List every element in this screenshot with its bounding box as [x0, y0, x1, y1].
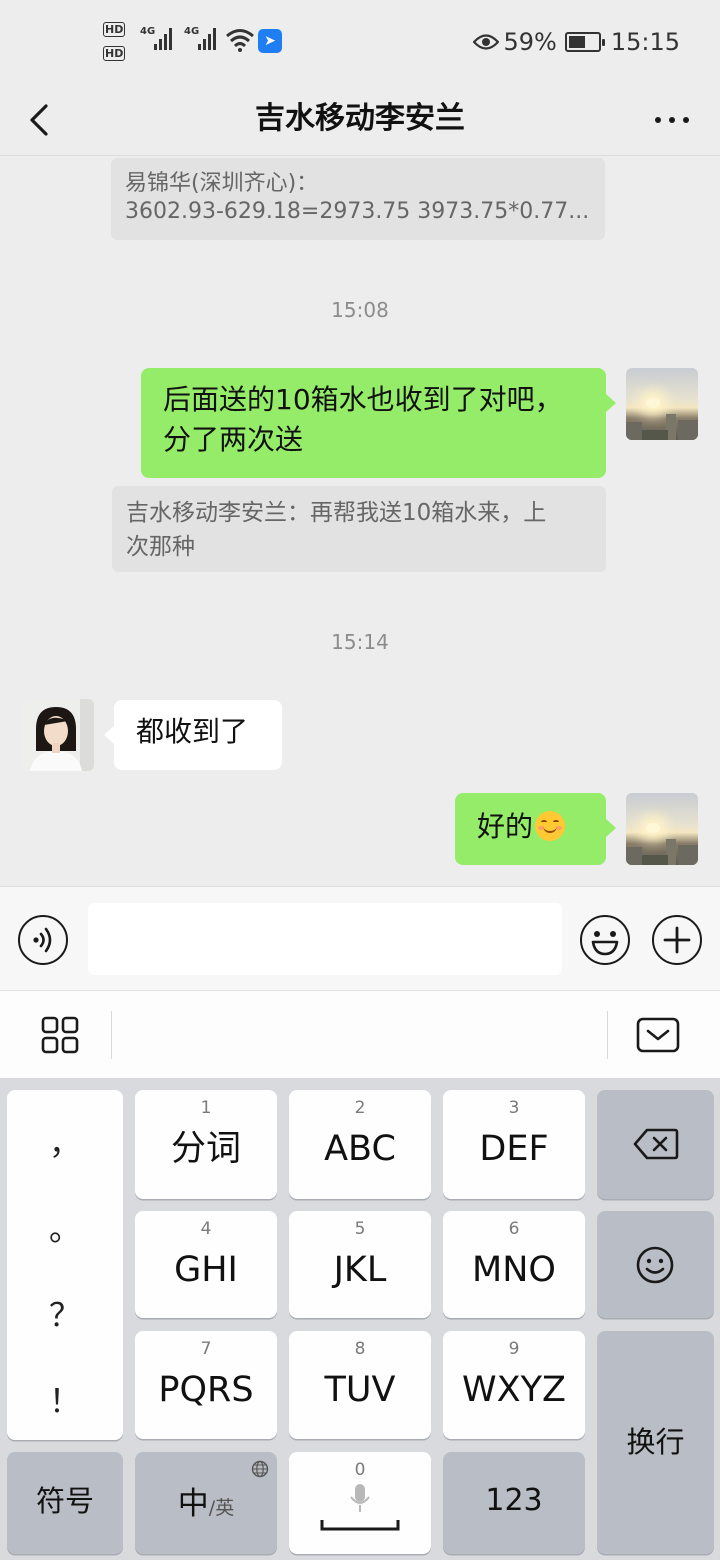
key-3[interactable]: 3 DEF	[443, 1090, 585, 1199]
message-input[interactable]	[88, 903, 562, 975]
status-right: 59% 15:15	[473, 27, 680, 57]
message-text: 好的	[477, 810, 534, 843]
key-6[interactable]: 6 MNO	[443, 1211, 585, 1318]
outgoing-message[interactable]: 好的	[455, 793, 616, 865]
contact-avatar[interactable]	[22, 699, 94, 771]
language-switch-key[interactable]: 中/英	[135, 1452, 277, 1554]
hd-indicator-1: HD	[103, 22, 126, 37]
more-functions-button[interactable]	[652, 915, 702, 965]
quote-line: 次那种	[126, 534, 195, 560]
chat-header: 吉水移动李安兰	[0, 84, 720, 156]
my-avatar[interactable]	[626, 793, 698, 865]
eye-comfort-icon	[473, 34, 500, 50]
space-bar-icon	[320, 1520, 400, 1531]
toolbar-divider	[607, 1011, 608, 1059]
timestamp: 15:08	[331, 298, 389, 322]
message-text: 都收到了	[136, 715, 249, 748]
microphone-icon	[350, 1484, 370, 1512]
clock: 15:15	[610, 28, 680, 56]
key-4[interactable]: 4 GHI	[135, 1211, 277, 1318]
more-options-icon[interactable]	[652, 108, 692, 132]
app-notification-icon: ➤	[258, 29, 282, 53]
t9-keyboard: ， 。 ？ ！ 1 分词 2 ABC 3 DEF 4 GHI 5 JKL 6 MNO 7P	[0, 1078, 720, 1560]
timestamp: 15:14	[331, 630, 389, 654]
lang-sub: /英	[208, 1497, 235, 1519]
emoji-button[interactable]	[580, 915, 630, 965]
message-input-bar	[0, 886, 720, 990]
space-key[interactable]: 0	[289, 1452, 431, 1554]
voice-icon	[33, 927, 52, 953]
emoji-key[interactable]	[597, 1211, 714, 1318]
status-bar: HD HD 4G 4G ➤ 59% 15:15	[0, 0, 720, 84]
backspace-icon	[633, 1128, 679, 1160]
quoted-message[interactable]: 易锦华(深圳齐心)： 3602.93-629.18=2973.75 3973.7…	[111, 158, 605, 240]
number-mode-key[interactable]: 123	[443, 1452, 585, 1554]
enter-key-label: 换行	[626, 1425, 685, 1459]
hide-keyboard-icon[interactable]	[636, 1017, 680, 1053]
battery-icon	[564, 32, 605, 52]
key-7[interactable]: 7 PQRS	[135, 1331, 277, 1439]
punct-question[interactable]: ？	[7, 1290, 123, 1336]
chat-title: 吉水移动李安兰	[255, 101, 465, 136]
plus-icon	[663, 926, 691, 954]
outgoing-message[interactable]: 后面送的10箱水也收到了对吧， 分了两次送	[141, 368, 616, 478]
punct-comma[interactable]: ，	[7, 1118, 123, 1164]
key-8[interactable]: 8 TUV	[289, 1331, 431, 1439]
wifi-icon	[226, 29, 254, 52]
smiley-icon	[636, 1246, 674, 1284]
key-5[interactable]: 5 JKL	[289, 1211, 431, 1318]
quote-line: 3602.93-629.18=2973.75 3973.75*0.77...	[125, 199, 590, 224]
symbol-key-label: 符号	[35, 1484, 94, 1518]
enter-key[interactable]: 换行	[597, 1331, 714, 1554]
message-line: 后面送的10箱水也收到了对吧，	[163, 383, 563, 416]
lang-main: 中	[177, 1486, 209, 1522]
globe-icon	[251, 1460, 269, 1478]
toolbar-divider	[111, 1011, 112, 1059]
incoming-message[interactable]: 都收到了	[104, 700, 282, 770]
punct-period[interactable]: 。	[7, 1204, 123, 1250]
punct-exclaim[interactable]: ！	[7, 1376, 123, 1422]
my-avatar[interactable]	[626, 368, 698, 440]
smile-emoji-icon	[535, 811, 566, 841]
hd-indicator-2: HD	[103, 46, 126, 61]
key-9[interactable]: 9 WXYZ	[443, 1331, 585, 1439]
number-key-label: 123	[485, 1483, 543, 1518]
voice-input-button[interactable]	[18, 915, 68, 965]
emoji-icon	[591, 931, 619, 956]
backspace-key[interactable]	[597, 1090, 714, 1199]
grid-menu-icon[interactable]	[40, 1015, 80, 1055]
key-1[interactable]: 1 分词	[135, 1090, 277, 1199]
symbol-key[interactable]: 符号	[7, 1452, 123, 1554]
quote-line: 吉水移动李安兰：再帮我送10箱水来，上	[126, 500, 547, 526]
quoted-message[interactable]: 吉水移动李安兰：再帮我送10箱水来，上 次那种	[112, 486, 606, 572]
battery-percent: 59%	[503, 28, 557, 56]
punctuation-panel[interactable]: ， 。 ？ ！	[7, 1090, 123, 1440]
keyboard-toolbar	[0, 990, 720, 1078]
message-line: 分了两次送	[163, 423, 304, 456]
key-2[interactable]: 2 ABC	[289, 1090, 431, 1199]
